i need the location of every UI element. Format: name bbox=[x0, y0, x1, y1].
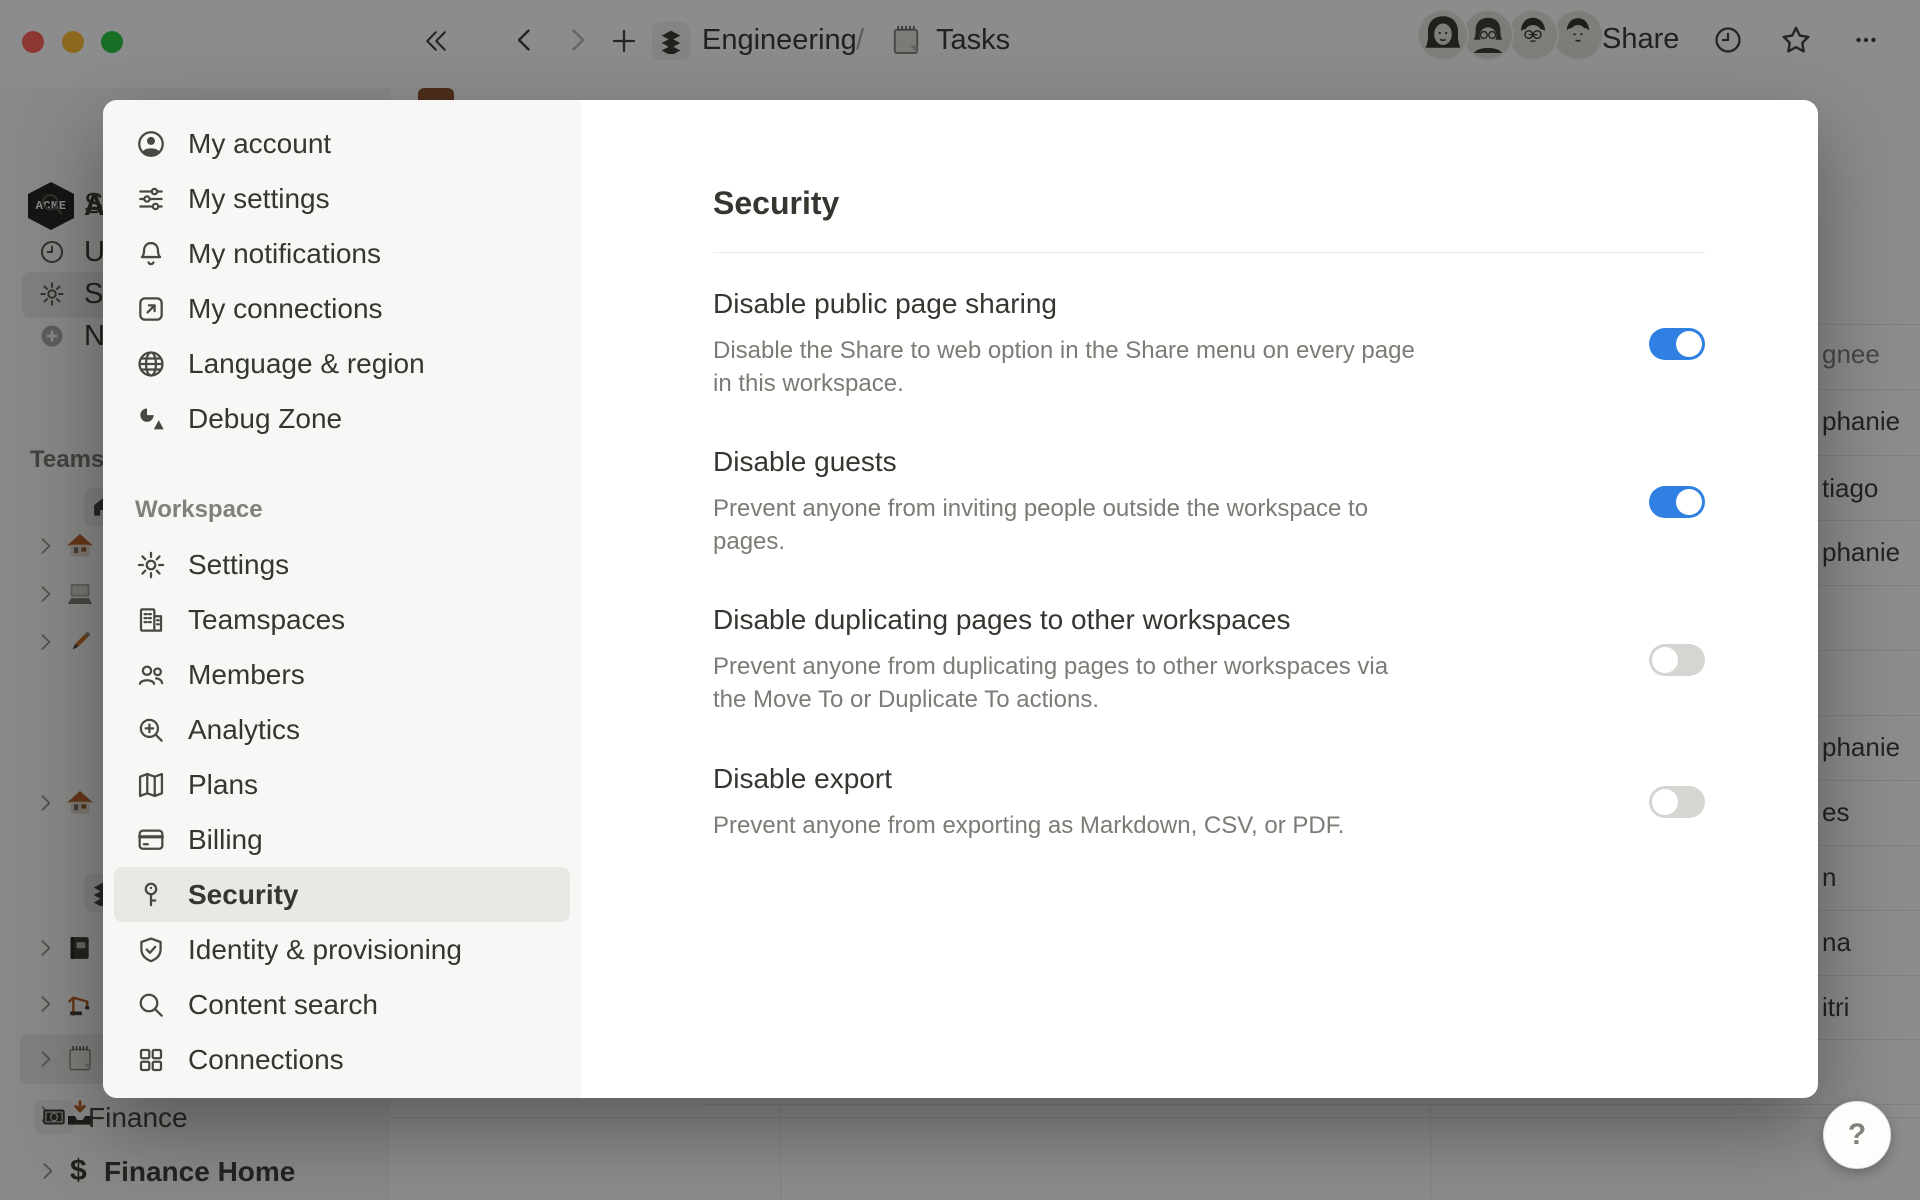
settings-tab-label: Members bbox=[188, 659, 305, 691]
settings-tab-members[interactable]: Members bbox=[114, 647, 570, 702]
page-title: Security bbox=[713, 185, 839, 222]
settings-tab-label: My notifications bbox=[188, 238, 381, 270]
gear-icon bbox=[135, 549, 167, 581]
settings-tab-label: Teamspaces bbox=[188, 604, 345, 636]
grid-icon bbox=[135, 1044, 167, 1076]
workspace-section-header: Workspace bbox=[135, 496, 581, 524]
toggle-knob bbox=[1676, 489, 1702, 515]
globe-icon bbox=[135, 348, 167, 380]
settings-tab-my-settings[interactable]: My settings bbox=[114, 171, 570, 226]
settings-tab-content-search[interactable]: Content search bbox=[114, 977, 570, 1032]
map-icon bbox=[135, 769, 167, 801]
divider bbox=[713, 252, 1705, 253]
settings-tab-analytics[interactable]: Analytics bbox=[114, 702, 570, 757]
setting-row: Disable public page sharing Disable the S… bbox=[713, 280, 1705, 408]
settings-tab-plans[interactable]: Plans bbox=[114, 757, 570, 812]
setting-description: Prevent anyone from exporting as Markdow… bbox=[713, 809, 1344, 842]
settings-tab-connections[interactable]: Connections bbox=[114, 1032, 570, 1087]
toggle-off[interactable] bbox=[1649, 644, 1705, 676]
settings-tab-label: Billing bbox=[188, 824, 263, 856]
settings-tab-label: Settings bbox=[188, 549, 289, 581]
setting-description: Prevent anyone from duplicating pages to… bbox=[713, 650, 1388, 716]
toggle-knob bbox=[1676, 331, 1702, 357]
settings-tab-language-region[interactable]: Language & region bbox=[114, 336, 570, 391]
setting-title: Disable duplicating pages to other works… bbox=[713, 604, 1388, 636]
arrow-square-out-icon bbox=[135, 293, 167, 325]
sliders-icon bbox=[135, 183, 167, 215]
settings-tab-label: My settings bbox=[188, 183, 330, 215]
settings-tab-label: Content search bbox=[188, 989, 378, 1021]
settings-tab-label: My account bbox=[188, 128, 331, 160]
settings-tab-label: Connections bbox=[188, 1044, 344, 1076]
settings-sidebar: My account My settings My notifications My … bbox=[103, 100, 581, 1098]
settings-tab-my-connections[interactable]: My connections bbox=[114, 281, 570, 336]
setting-text: Disable public page sharing Disable the S… bbox=[713, 288, 1415, 400]
settings-tab-my-notifications[interactable]: My notifications bbox=[114, 226, 570, 281]
magnifier-plus-icon bbox=[135, 714, 167, 746]
settings-tab-settings[interactable]: Settings bbox=[114, 537, 570, 592]
settings-tab-label: Security bbox=[188, 879, 299, 911]
key-icon bbox=[135, 879, 167, 911]
toggle-knob bbox=[1652, 647, 1678, 673]
settings-tab-label: Language & region bbox=[188, 348, 425, 380]
settings-tab-debug-zone[interactable]: Debug Zone bbox=[114, 391, 570, 446]
setting-row: Disable duplicating pages to other works… bbox=[713, 596, 1705, 724]
setting-title: Disable public page sharing bbox=[713, 288, 1415, 320]
settings-tab-label: My connections bbox=[188, 293, 383, 325]
settings-modal: My account My settings My notifications My … bbox=[103, 100, 1818, 1098]
toggle-on[interactable] bbox=[1649, 328, 1705, 360]
setting-title: Disable export bbox=[713, 763, 1344, 795]
people-icon bbox=[135, 659, 167, 691]
toggle-on[interactable] bbox=[1649, 486, 1705, 518]
setting-text: Disable export Prevent anyone from export… bbox=[713, 763, 1344, 842]
settings-tab-label: Analytics bbox=[188, 714, 300, 746]
shield-check-icon bbox=[135, 934, 167, 966]
settings-tab-teamspaces[interactable]: Teamspaces bbox=[114, 592, 570, 647]
credit-card-icon bbox=[135, 824, 167, 856]
search-icon bbox=[135, 989, 167, 1021]
help-button[interactable]: ? bbox=[1823, 1101, 1891, 1169]
settings-tab-billing[interactable]: Billing bbox=[114, 812, 570, 867]
setting-description: Disable the Share to web option in the S… bbox=[713, 334, 1415, 400]
setting-row: Disable export Prevent anyone from export… bbox=[713, 754, 1705, 850]
setting-text: Disable duplicating pages to other works… bbox=[713, 604, 1388, 716]
setting-text: Disable guests Prevent anyone from inviti… bbox=[713, 446, 1368, 558]
settings-tab-identity-provisioning[interactable]: Identity & provisioning bbox=[114, 922, 570, 977]
app-window: Engineering / Tasks Share ACME A SUSN Te… bbox=[0, 0, 1920, 1200]
setting-row: Disable guests Prevent anyone from inviti… bbox=[713, 438, 1705, 566]
shapes-icon bbox=[135, 403, 167, 435]
toggle-off[interactable] bbox=[1649, 786, 1705, 818]
settings-tab-label: Debug Zone bbox=[188, 403, 342, 435]
setting-title: Disable guests bbox=[713, 446, 1368, 478]
building-icon bbox=[135, 604, 167, 636]
settings-tab-my-account[interactable]: My account bbox=[114, 116, 570, 171]
settings-tab-security[interactable]: Security bbox=[114, 867, 570, 922]
bell-icon bbox=[135, 238, 167, 270]
settings-main-panel: Security Disable public page sharingDisa… bbox=[581, 100, 1818, 1098]
settings-tab-label: Plans bbox=[188, 769, 258, 801]
settings-tab-label: Identity & provisioning bbox=[188, 934, 462, 966]
setting-description: Prevent anyone from inviting people outs… bbox=[713, 492, 1368, 558]
person-circle-icon bbox=[135, 128, 167, 160]
toggle-knob bbox=[1652, 789, 1678, 815]
